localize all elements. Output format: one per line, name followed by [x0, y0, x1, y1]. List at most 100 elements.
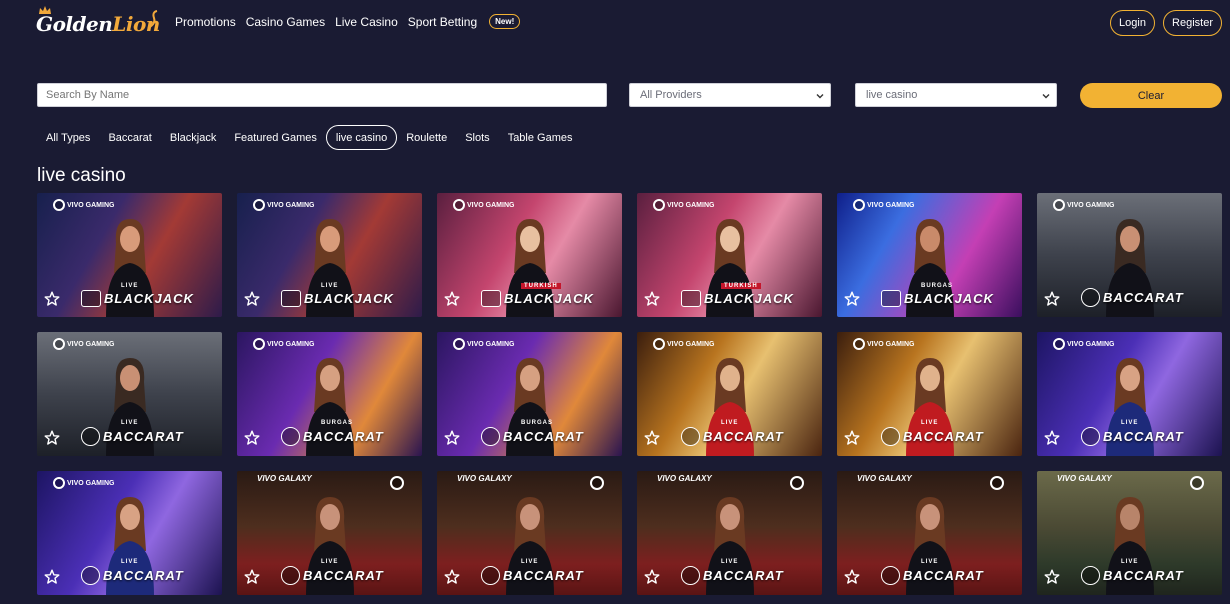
star-icon[interactable] — [444, 291, 460, 307]
chip-icon — [681, 427, 700, 446]
provider-name: VIVO GAMING — [667, 201, 715, 209]
star-icon[interactable] — [844, 291, 860, 307]
clear-button[interactable]: Clear — [1080, 83, 1222, 108]
game-name: BACCARAT — [903, 568, 984, 583]
provider-ring-icon — [453, 338, 465, 350]
game-subtitle: LIVE — [521, 559, 539, 565]
brand-logo[interactable]: GoldenLion — [36, 6, 160, 40]
star-icon[interactable] — [244, 291, 260, 307]
chip-icon — [281, 427, 300, 446]
provider-name: VIVO GAMING — [1067, 340, 1115, 348]
game-name-row: BLACKJACK — [81, 290, 194, 307]
provider-logo: VIVO GALAXY — [457, 474, 512, 483]
game-subtitle: LIVE — [921, 420, 939, 426]
login-button[interactable]: Login — [1110, 10, 1155, 36]
provider-name: VIVO GAMING — [467, 201, 515, 209]
game-title: BURGAS BACCARAT — [481, 416, 614, 446]
provider-name: VIVO GAMING — [67, 479, 115, 487]
game-name: BLACKJACK — [304, 291, 394, 306]
star-icon[interactable] — [44, 430, 60, 446]
main-nav: Promotions Casino Games Live Casino Spor… — [175, 14, 521, 29]
game-name-row: BLACKJACK — [681, 290, 794, 307]
game-name-row: BLACKJACK — [881, 290, 994, 307]
game-card[interactable]: VIVO GAMING LIVE BACCARAT — [37, 471, 222, 595]
provider-name: VIVO GAMING — [1067, 201, 1115, 209]
tab-table-games[interactable]: Table Games — [499, 125, 582, 150]
nav-promotions[interactable]: Promotions — [175, 15, 236, 29]
register-button[interactable]: Register — [1163, 10, 1222, 36]
provider-name: VIVO GAMING — [467, 340, 515, 348]
game-card[interactable]: VIVO GAMING TURKISH BLACKJACK — [437, 193, 622, 317]
game-name: BLACKJACK — [104, 291, 194, 306]
star-icon[interactable] — [644, 430, 660, 446]
star-icon[interactable] — [644, 569, 660, 585]
game-name: BACCARAT — [1103, 290, 1184, 305]
provider-ring-icon — [53, 477, 65, 489]
game-card[interactable]: VIVO GALAXY LIVE BACCARAT — [1037, 471, 1222, 595]
nav-live-casino[interactable]: Live Casino — [335, 15, 398, 29]
star-icon[interactable] — [444, 430, 460, 446]
game-name: BACCARAT — [103, 429, 184, 444]
provider-ring-icon — [53, 338, 65, 350]
chip-icon — [1081, 566, 1100, 585]
game-name: BACCARAT — [703, 568, 784, 583]
game-card[interactable]: VIVO GAMING LIVE BACCARAT — [37, 332, 222, 456]
star-icon[interactable] — [244, 569, 260, 585]
provider-ring-icon — [253, 338, 265, 350]
tab-roulette[interactable]: Roulette — [397, 125, 456, 150]
nav-casino-games[interactable]: Casino Games — [246, 15, 325, 29]
game-name-row: BACCARAT — [681, 566, 784, 585]
game-type-tabs: All Types Baccarat Blackjack Featured Ga… — [37, 125, 582, 150]
provider-logo: VIVO GAMING — [653, 199, 714, 211]
tab-blackjack[interactable]: Blackjack — [161, 125, 225, 150]
game-card[interactable]: VIVO GALAXY LIVE BACCARAT — [437, 471, 622, 595]
tab-featured-games[interactable]: Featured Games — [225, 125, 326, 150]
game-name-row: BLACKJACK — [281, 290, 394, 307]
provider-name: VIVO GAMING — [67, 201, 115, 209]
category-select[interactable]: live casino — [855, 83, 1057, 107]
tab-live-casino[interactable]: live casino — [325, 125, 398, 150]
chip-icon — [481, 566, 500, 585]
star-icon[interactable] — [644, 291, 660, 307]
star-icon[interactable] — [1044, 569, 1060, 585]
star-icon[interactable] — [844, 430, 860, 446]
game-card[interactable]: VIVO GAMING LIVE BLACKJACK — [237, 193, 422, 317]
star-icon[interactable] — [244, 430, 260, 446]
game-card[interactable]: VIVO GALAXY LIVE BACCARAT — [237, 471, 422, 595]
game-card[interactable]: VIVO GAMING BURGAS BACCARAT — [437, 332, 622, 456]
game-card[interactable]: VIVO GALAXY LIVE BACCARAT — [637, 471, 822, 595]
chip-icon — [81, 427, 100, 446]
chip-icon — [281, 566, 300, 585]
tab-all-types[interactable]: All Types — [37, 125, 99, 150]
star-icon[interactable] — [444, 569, 460, 585]
game-card[interactable]: VIVO GAMING LIVE BLACKJACK — [37, 193, 222, 317]
game-card[interactable]: VIVO GAMING LIVE BACCARAT — [1037, 332, 1222, 456]
game-name: BLACKJACK — [704, 291, 794, 306]
game-subtitle: LIVE — [721, 559, 739, 565]
game-name-row: BACCARAT — [81, 427, 184, 446]
star-icon[interactable] — [44, 291, 60, 307]
provider-name: VIVO GAMING — [667, 340, 715, 348]
nav-sport-betting[interactable]: Sport Betting — [408, 15, 477, 29]
star-icon[interactable] — [844, 569, 860, 585]
star-icon[interactable] — [1044, 430, 1060, 446]
game-card[interactable]: VIVO GAMING LIVE BACCARAT — [637, 332, 822, 456]
star-icon[interactable] — [44, 569, 60, 585]
game-title: LIVE BLACKJACK — [281, 277, 414, 307]
game-card[interactable]: VIVO GAMING BURGAS BLACKJACK — [837, 193, 1022, 317]
provider-ring-icon — [853, 338, 865, 350]
game-card[interactable]: VIVO GAMING TURKISH BLACKJACK — [637, 193, 822, 317]
game-card[interactable]: VIVO GALAXY LIVE BACCARAT — [837, 471, 1022, 595]
search-input[interactable] — [37, 83, 607, 107]
game-card[interactable]: VIVO GAMING BACCARAT — [1037, 193, 1222, 317]
star-icon[interactable] — [1044, 291, 1060, 307]
provider-chip-icon — [790, 476, 804, 490]
tab-baccarat[interactable]: Baccarat — [99, 125, 160, 150]
provider-select[interactable]: All Providers — [629, 83, 831, 107]
tab-slots[interactable]: Slots — [456, 125, 498, 150]
provider-chip-icon — [390, 476, 404, 490]
game-card[interactable]: VIVO GAMING LIVE BACCARAT — [837, 332, 1022, 456]
provider-chip-icon — [990, 476, 1004, 490]
game-card[interactable]: VIVO GAMING BURGAS BACCARAT — [237, 332, 422, 456]
provider-logo: VIVO GAMING — [853, 199, 914, 211]
